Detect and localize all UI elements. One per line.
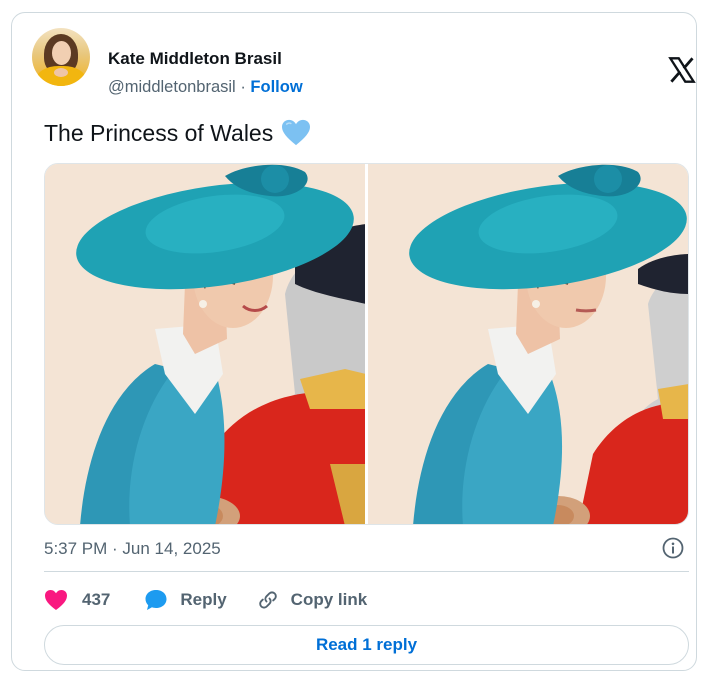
copy-link-label: Copy link (290, 590, 368, 609)
link-icon (258, 591, 277, 609)
photo-left[interactable] (45, 164, 365, 524)
divider (44, 571, 689, 572)
tweet-card: Kate Middleton Brasil @middletonbrasil ·… (11, 12, 697, 671)
tweet-header: Kate Middleton Brasil @middletonbrasil ·… (32, 28, 696, 96)
separator: · (240, 78, 246, 96)
x-logo-icon[interactable] (668, 56, 696, 84)
reply-bubble-icon (145, 590, 167, 610)
media-gallery[interactable] (44, 163, 689, 525)
copy-link-button[interactable]: Copy link (257, 589, 368, 611)
reply-label: Reply (180, 590, 227, 609)
read-replies-button[interactable]: Read 1 reply (44, 625, 689, 665)
photo-right[interactable] (368, 164, 688, 524)
like-button[interactable]: 437 (44, 589, 110, 611)
tweet-text-content: The Princess of Wales (44, 119, 274, 146)
info-icon[interactable] (662, 537, 684, 559)
likes-count: 437 (82, 590, 111, 609)
avatar[interactable] (32, 28, 90, 86)
follow-button[interactable]: Follow (250, 78, 302, 96)
blue-heart-icon (282, 119, 311, 146)
author-handle[interactable]: @middletonbrasil (108, 78, 236, 96)
author-handle-row: @middletonbrasil · Follow (108, 78, 303, 97)
tweet-timestamp[interactable]: 5:37 PM · Jun 14, 2025 (44, 539, 221, 559)
reply-button[interactable]: Reply (144, 588, 227, 612)
author-name[interactable]: Kate Middleton Brasil (108, 49, 282, 69)
heart-icon (45, 590, 67, 610)
tweet-text: The Princess of Wales (44, 119, 311, 147)
action-bar: 437 Reply Copy link (44, 585, 367, 615)
